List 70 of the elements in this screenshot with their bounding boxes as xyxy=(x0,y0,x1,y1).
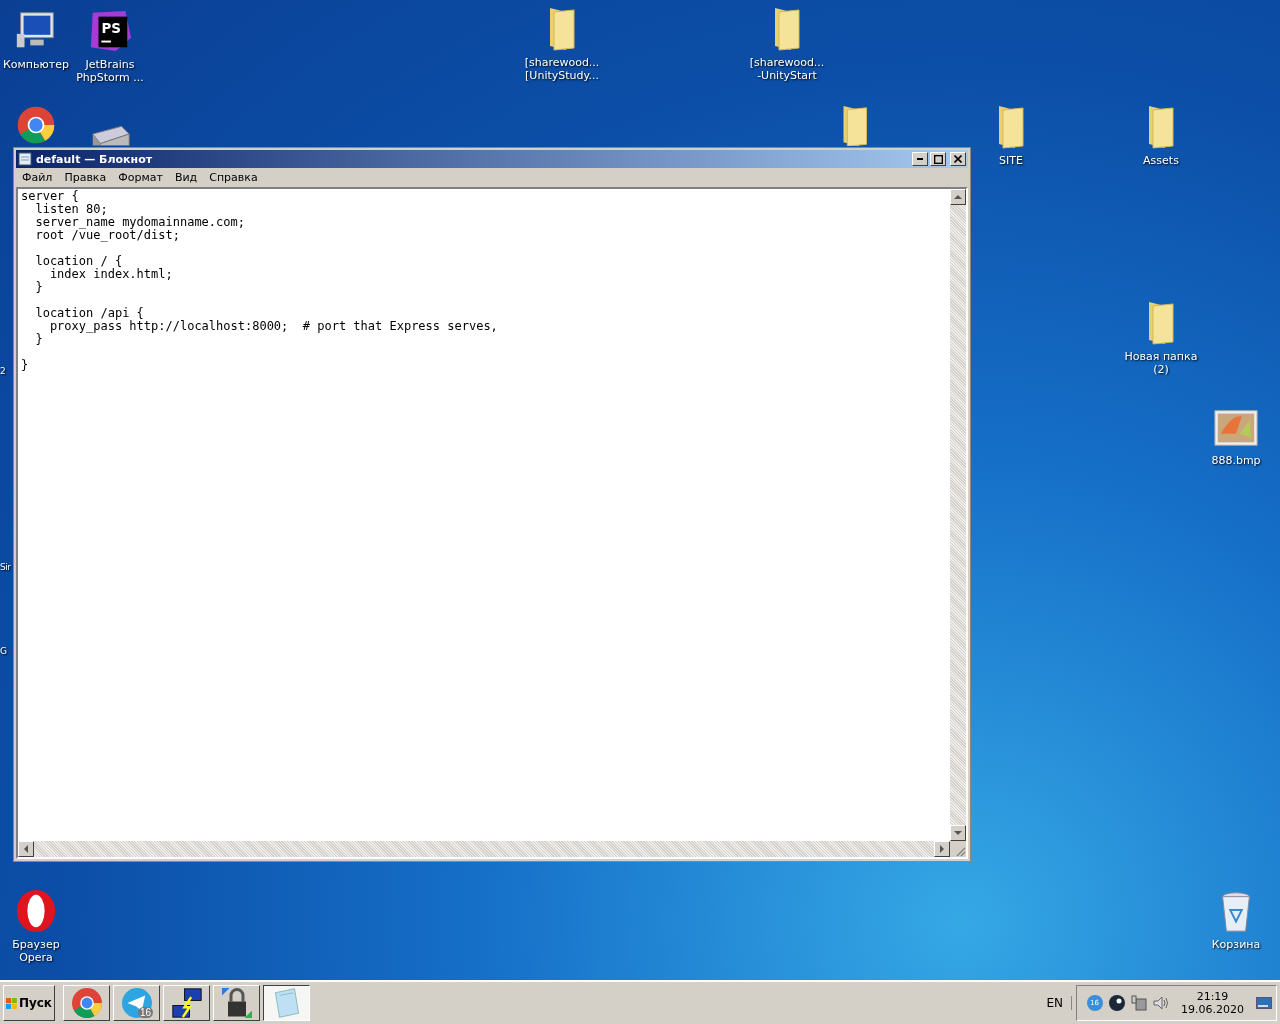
icon-label: Opera xyxy=(19,951,53,964)
icon-label: Assets xyxy=(1143,154,1179,167)
maximize-button[interactable] xyxy=(930,152,946,166)
start-button[interactable]: Пуск xyxy=(3,985,55,1021)
code-line: proxy_pass http://localhost:8000; # port that Express serves, xyxy=(48,319,498,333)
code-line: location / { xyxy=(34,254,123,268)
icon-label: 2 xyxy=(0,366,6,376)
minimize-button[interactable] xyxy=(912,152,928,166)
code-line: } xyxy=(21,358,29,372)
menu-item[interactable]: Вид xyxy=(168,171,204,184)
menu-item[interactable]: Формат xyxy=(112,171,169,184)
window-title: default — Блокнот xyxy=(36,152,153,166)
menu-item[interactable]: Справка xyxy=(203,171,264,184)
icon-label: PhpStorm ... xyxy=(76,71,144,84)
scroll-left-button[interactable] xyxy=(18,841,34,857)
code-line: index index.html; xyxy=(48,267,173,281)
up-arrow-icon xyxy=(954,195,962,199)
resize-grip[interactable] xyxy=(950,841,966,857)
icon-label: [sharewood... xyxy=(749,56,825,69)
icon-label: Компьютер xyxy=(3,58,69,71)
icon-label: Новая папка xyxy=(1124,350,1198,363)
close-button[interactable] xyxy=(950,152,966,166)
speaker-icon[interactable] xyxy=(1153,995,1169,1011)
right-arrow-icon xyxy=(940,845,944,853)
down-arrow-icon xyxy=(954,831,962,835)
code-line: listen 80; xyxy=(34,202,108,216)
clock-time: 21:19 xyxy=(1196,990,1229,1003)
taskbar-button[interactable]: 16 xyxy=(113,985,160,1021)
vertical-scrollbar[interactable] xyxy=(950,189,966,841)
notepad-icon xyxy=(18,152,32,166)
icon-label: Корзина xyxy=(1211,938,1261,951)
code-line: root /vue_root/dist; xyxy=(34,228,180,242)
language-indicator[interactable]: EN xyxy=(1038,996,1072,1010)
scroll-right-button[interactable] xyxy=(934,841,950,857)
networked-computers-icon xyxy=(171,988,202,1018)
clock-date: 19.06.2020 xyxy=(1181,1003,1244,1016)
icon-label: Sir xyxy=(0,562,11,572)
steam-icon[interactable] xyxy=(1109,995,1125,1011)
notification-count: 16 xyxy=(137,1007,153,1018)
icon-label: 888.bmp xyxy=(1211,454,1261,467)
show-desktop-icon[interactable] xyxy=(1256,997,1272,1009)
update-icon[interactable] xyxy=(1087,995,1103,1011)
icon-label: (2) xyxy=(1153,363,1169,376)
paper-plane-icon xyxy=(121,988,152,1018)
minimize-icon xyxy=(917,158,923,160)
windows-logo-icon xyxy=(6,996,17,1010)
code-line: server_name mydomainname.com; xyxy=(34,215,245,229)
padlock-icon xyxy=(221,988,252,1018)
icon-label: JetBrains xyxy=(85,58,135,71)
left-arrow-icon xyxy=(24,845,28,853)
close-icon xyxy=(954,155,962,163)
icon-label: [UnityStudy... xyxy=(525,69,599,82)
icon-label: -UnityStart xyxy=(757,69,817,82)
horizontal-scrollbar[interactable] xyxy=(18,841,950,857)
taskbar-button[interactable] xyxy=(263,985,310,1021)
scroll-up-button[interactable] xyxy=(950,189,966,205)
maximize-icon xyxy=(933,154,943,164)
icon-label: [sharewood... xyxy=(524,56,600,69)
icon-label: G xyxy=(0,646,7,656)
menu-item[interactable]: Файл xyxy=(16,171,59,184)
scroll-down-button[interactable] xyxy=(950,825,966,841)
menu-item[interactable]: Правка xyxy=(58,171,113,184)
code-line: location /api { xyxy=(34,306,144,320)
icon-label: Браузер xyxy=(12,938,60,951)
code-line: } xyxy=(34,280,43,294)
code-line: server { xyxy=(21,189,79,203)
network-icon[interactable] xyxy=(1131,995,1147,1011)
chrome-icon xyxy=(71,988,102,1018)
icon-label: SITE xyxy=(999,154,1023,167)
code-line: } xyxy=(34,332,43,346)
